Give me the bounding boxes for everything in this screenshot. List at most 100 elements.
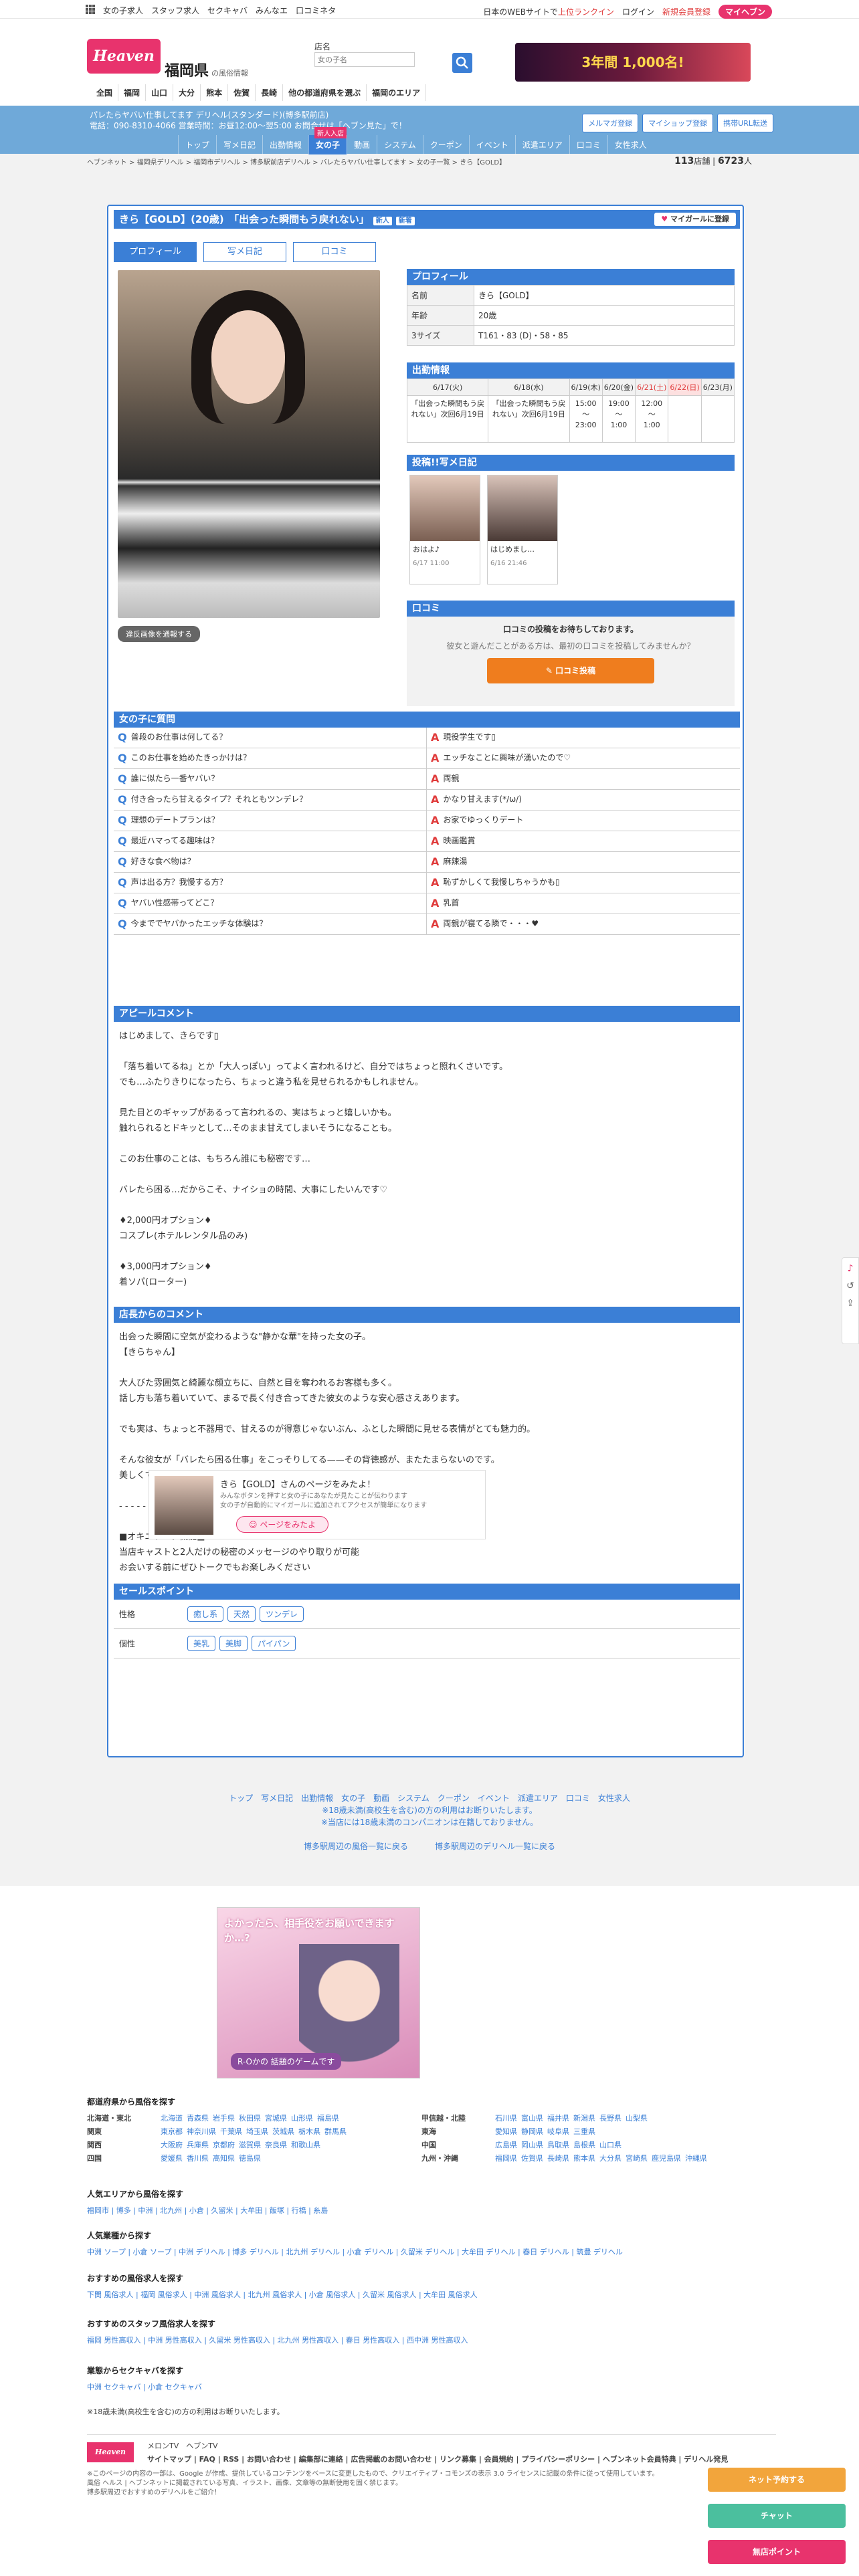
diary-card[interactable]: はじめまし… 6/16 21:46 (487, 475, 558, 584)
ptab-diary[interactable]: 写メ日記 (203, 242, 286, 262)
url-transfer-button[interactable]: 携帯URL転送 (717, 114, 773, 132)
footer-link[interactable]: 女の子 (341, 1794, 365, 1803)
pref-link[interactable]: 静岡県 (521, 2127, 543, 2136)
pref-link[interactable]: 鳥取県 (547, 2141, 569, 2149)
footer-link[interactable]: 派遣エリア (518, 1794, 558, 1803)
tab-system[interactable]: システム (377, 135, 423, 154)
pref-link[interactable]: 岐阜県 (547, 2127, 569, 2136)
top-link-0[interactable]: 女の子求人 (103, 5, 143, 16)
pref-link[interactable]: 兵庫県 (187, 2141, 209, 2149)
promo-banner[interactable]: 3年間 1,000名! (515, 43, 751, 82)
back-link-1[interactable]: 博多駅周辺の風俗一覧に戻る (304, 1842, 408, 1851)
pref-link[interactable]: 三重県 (573, 2127, 595, 2136)
tab-area[interactable]: 派遣エリア (514, 135, 569, 154)
chat-float-button[interactable]: チャット (708, 2504, 846, 2528)
footer-link[interactable]: 写メ日記 (261, 1794, 293, 1803)
top-link-1[interactable]: スタッフ求人 (151, 5, 199, 16)
points-float-button[interactable]: 無店ポイント (708, 2540, 846, 2564)
pref-link[interactable]: 茨城県 (272, 2127, 294, 2136)
pref-link[interactable]: 愛媛県 (161, 2154, 183, 2163)
pref-link[interactable]: 山梨県 (626, 2114, 648, 2123)
pref-link[interactable]: 島根県 (573, 2141, 595, 2149)
viewed-button[interactable]: ☺ ページをみたよ (236, 1516, 329, 1533)
pref-link[interactable]: 広島県 (495, 2141, 517, 2149)
mailmag-button[interactable]: メルマガ登録 (582, 114, 639, 132)
cat-4[interactable]: 熊本 (201, 84, 229, 101)
meron-tv-link[interactable]: メロンTV (147, 2442, 179, 2450)
footer-link[interactable]: クーポン (438, 1794, 470, 1803)
footer-link[interactable]: イベント (478, 1794, 510, 1803)
footer-link[interactable]: トップ (229, 1794, 253, 1803)
tag[interactable]: ツンデレ (260, 1606, 304, 1622)
cat-8[interactable]: 福岡のエリア (367, 84, 427, 101)
pref-link[interactable]: 奈良県 (265, 2141, 287, 2149)
side-toolbar[interactable]: ♪ ↺ ⇪ (842, 1257, 859, 1344)
ptab-review[interactable]: 口コミ (293, 242, 376, 262)
top-link-3[interactable]: みんなエ (256, 5, 288, 16)
reserve-float-button[interactable]: ネット予約する (708, 2468, 846, 2492)
pref-link[interactable]: 大阪府 (161, 2141, 183, 2149)
cat-7[interactable]: 他の都道府県を選ぶ (283, 84, 367, 101)
pref-link[interactable]: 高知県 (213, 2154, 235, 2163)
tab-top[interactable]: トップ (178, 135, 216, 154)
pref-link[interactable]: 福井県 (547, 2114, 569, 2123)
search-input[interactable] (314, 52, 415, 67)
search-button[interactable] (452, 53, 472, 73)
pref-link[interactable]: 福岡県 (495, 2154, 517, 2163)
ptab-profile[interactable]: プロフィール (114, 242, 197, 262)
tab-movie[interactable]: 動画 (347, 135, 377, 154)
pref-link[interactable]: 京都府 (213, 2141, 235, 2149)
tag[interactable]: 天然 (227, 1606, 256, 1622)
pref-link[interactable]: 群馬県 (324, 2127, 347, 2136)
register-link[interactable]: 新規会員登録 (662, 6, 710, 17)
pref-link[interactable]: 栃木県 (298, 2127, 320, 2136)
tab-schedule[interactable]: 出勤情報 (262, 135, 308, 154)
heaven-logo[interactable]: Heaven (87, 39, 161, 74)
report-button[interactable]: 違反画像を通報する (118, 626, 200, 642)
breadcrumb[interactable]: ヘブンネット > 福岡県デリヘル > 福岡市デリヘル > 博多駅前店デリヘル >… (87, 156, 506, 167)
tab-coupon[interactable]: クーポン (422, 135, 469, 154)
pref-link[interactable]: 青森県 (187, 2114, 209, 2123)
tab-review[interactable]: 口コミ (569, 135, 607, 154)
pref-link[interactable]: 長野県 (599, 2114, 622, 2123)
top-link-4[interactable]: 口コミネタ (296, 5, 336, 16)
cat-6[interactable]: 長崎 (256, 84, 284, 101)
tag[interactable]: 美脚 (219, 1636, 248, 1651)
post-review-button[interactable]: ✎ 口コミ投稿 (487, 658, 654, 683)
heaven-tv-link[interactable]: ヘブンTV (186, 2442, 217, 2450)
footer-link[interactable]: 出勤情報 (301, 1794, 333, 1803)
footer-link[interactable]: 動画 (373, 1794, 389, 1803)
cat-2[interactable]: 山口 (146, 84, 174, 101)
pref-link[interactable]: 岩手県 (213, 2114, 235, 2123)
back-link-2[interactable]: 博多駅周辺のデリヘル一覧に戻る (435, 1842, 555, 1851)
pref-link[interactable]: 愛知県 (495, 2127, 517, 2136)
cat-3[interactable]: 大分 (173, 84, 201, 101)
top-link-2[interactable]: セクキャバ (207, 5, 248, 16)
pref-link[interactable]: 千葉県 (220, 2127, 242, 2136)
pref-link[interactable]: 秋田県 (239, 2114, 261, 2123)
cat-5[interactable]: 佐賀 (228, 84, 256, 101)
pref-link[interactable]: 香川県 (187, 2154, 209, 2163)
tag[interactable]: 癒し系 (187, 1606, 224, 1622)
sitemap-links[interactable]: サイトマップ | FAQ | RSS | お問い合わせ | 編集部に連絡 | 広… (147, 2454, 728, 2464)
pref-link[interactable]: 富山県 (521, 2114, 543, 2123)
pref-link[interactable]: 埼玉県 (246, 2127, 268, 2136)
grid-menu-icon[interactable] (86, 5, 95, 14)
game-ad[interactable]: よかったら、相手役をお願いできますか…? R-Oかの 話題のゲームです (217, 1907, 420, 2078)
pref-link[interactable]: 熊本県 (573, 2154, 595, 2163)
pref-link[interactable]: 沖縄県 (685, 2154, 707, 2163)
tag[interactable]: 美乳 (187, 1636, 216, 1651)
diary-card[interactable]: おはよ♪ 6/17 11:00 (409, 475, 480, 584)
pref-link[interactable]: 福島県 (317, 2114, 339, 2123)
cat-0[interactable]: 全国 (91, 84, 119, 101)
pref-link[interactable]: 東京都 (161, 2127, 183, 2136)
pref-link[interactable]: 長崎県 (547, 2154, 569, 2163)
pref-link[interactable]: 宮城県 (265, 2114, 287, 2123)
pref-link[interactable]: 大分県 (599, 2154, 622, 2163)
pref-link[interactable]: 北海道 (161, 2114, 183, 2123)
pref-link[interactable]: 新潟県 (573, 2114, 595, 2123)
girl-photo[interactable] (118, 270, 380, 618)
pref-link[interactable]: 岡山県 (521, 2141, 543, 2149)
pref-link[interactable]: 鹿児島県 (652, 2154, 681, 2163)
tab-diary[interactable]: 写メ日記 (216, 135, 262, 154)
